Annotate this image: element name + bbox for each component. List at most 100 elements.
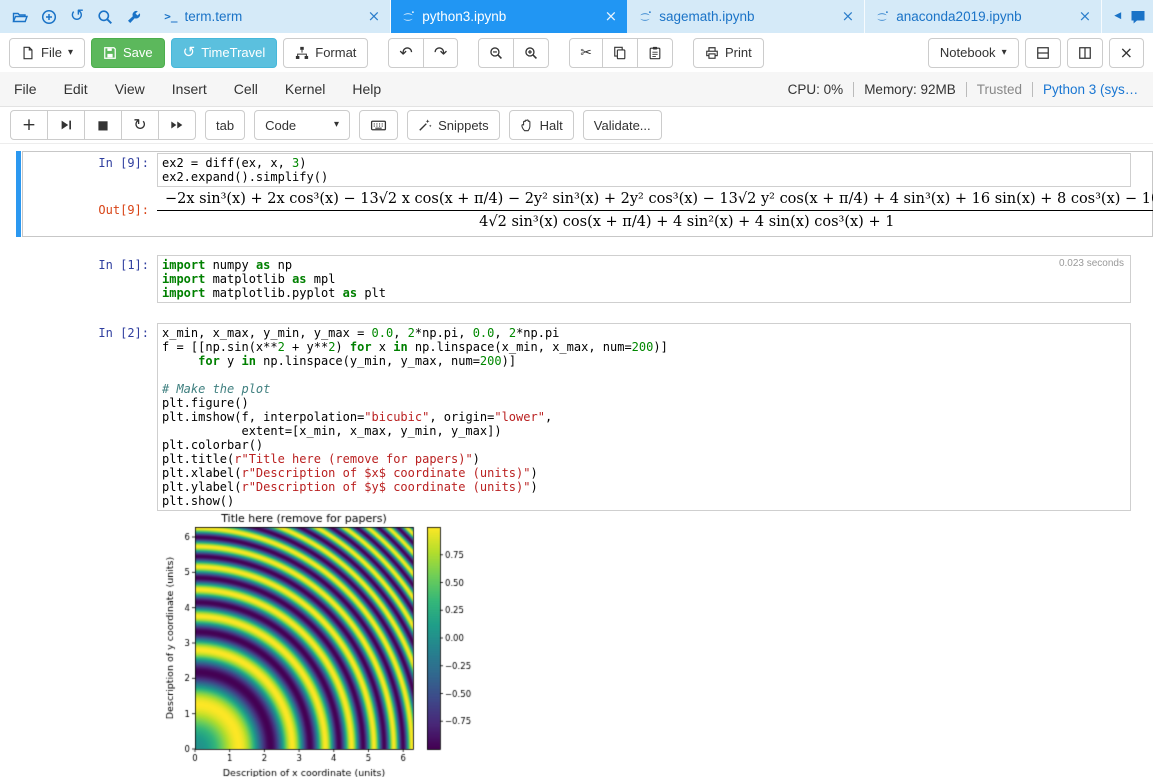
snippets-button[interactable]: Snippets bbox=[407, 110, 500, 140]
hand-icon bbox=[520, 118, 534, 132]
tab-anaconda2019-ipynb[interactable]: anaconda2019.ipynb × bbox=[865, 0, 1102, 33]
split-col-button[interactable] bbox=[1067, 38, 1103, 68]
caret-down-icon: ▾ bbox=[68, 48, 73, 58]
cell-2[interactable]: In [1]: import numpy as npimport matplot… bbox=[0, 253, 1153, 305]
caret-down-icon: ▾ bbox=[1002, 48, 1007, 58]
plot-output bbox=[157, 511, 1131, 777]
tab-term-term[interactable]: >_ term.term × bbox=[154, 0, 391, 33]
code-editor[interactable]: x_min, x_max, y_min, y_max = 0.0, 2*np.p… bbox=[157, 323, 1131, 511]
keyboard-shortcuts-button[interactable] bbox=[359, 110, 398, 140]
tab-bar: ↺ >_ term.term × python3.ipynb × sagemat… bbox=[0, 0, 1153, 33]
menu-file[interactable]: File bbox=[14, 81, 37, 97]
save-button[interactable]: Save bbox=[91, 38, 165, 68]
output-prompt-spacer bbox=[24, 511, 157, 777]
sitemap-icon bbox=[295, 46, 309, 60]
redo-button[interactable]: ↷ bbox=[423, 38, 458, 68]
new-file-icon[interactable] bbox=[41, 9, 57, 25]
interrupt-kernel-button[interactable]: ■ bbox=[84, 110, 122, 140]
cell-3[interactable]: In [2]: x_min, x_max, y_min, y_max = 0.0… bbox=[0, 321, 1153, 777]
close-frame-button[interactable]: × bbox=[1109, 38, 1144, 68]
in-prompt: In [2]: bbox=[24, 323, 157, 511]
zoom-in-button[interactable] bbox=[513, 38, 549, 68]
tab-label: anaconda2019.ipynb bbox=[896, 9, 1071, 24]
insert-cell-button[interactable]: + bbox=[10, 110, 48, 140]
file-menu-button[interactable]: File ▾ bbox=[9, 38, 85, 68]
notebook-menu-button[interactable]: Notebook ▾ bbox=[928, 38, 1019, 68]
keyboard-icon bbox=[370, 117, 387, 134]
close-icon: × bbox=[1120, 45, 1133, 61]
menu-bar: File Edit View Insert Cell Kernel Help C… bbox=[0, 72, 1153, 107]
menu-edit[interactable]: Edit bbox=[64, 81, 88, 97]
jupyter-icon bbox=[401, 10, 415, 24]
cocalc-window: ↺ >_ term.term × python3.ipynb × sagemat… bbox=[0, 0, 1153, 777]
tab-label: sagemath.ipynb bbox=[659, 9, 834, 24]
menu-help[interactable]: Help bbox=[352, 81, 381, 97]
in-prompt: In [9]: bbox=[24, 153, 157, 187]
paste-button[interactable] bbox=[637, 38, 673, 68]
zoom-out-button[interactable] bbox=[478, 38, 514, 68]
copy-button[interactable] bbox=[602, 38, 638, 68]
project-actions: ↺ bbox=[0, 0, 154, 33]
save-icon bbox=[103, 46, 117, 60]
chevron-left-icon[interactable]: ◀ bbox=[1114, 12, 1121, 21]
chat-icon[interactable] bbox=[1130, 9, 1146, 25]
run-all-button[interactable] bbox=[158, 110, 196, 140]
snippets-label: Snippets bbox=[438, 118, 489, 133]
status-bar: CPU: 0% Memory: 92MB Trusted Python 3 (s… bbox=[778, 82, 1153, 97]
settings-wrench-icon[interactable] bbox=[126, 9, 142, 25]
tab-python3-ipynb[interactable]: python3.ipynb × bbox=[391, 0, 628, 33]
print-button[interactable]: Print bbox=[693, 38, 764, 68]
close-tab-icon[interactable]: × bbox=[605, 9, 618, 24]
math-output: −2x sin³(x) + 2x cos³(x) − 13√2 x cos(x … bbox=[157, 187, 1153, 235]
fraction-denominator: 4√2 sin³(x) cos(x + π/4) + 4 sin²(x) + 4… bbox=[157, 211, 1153, 231]
matplotlib-figure bbox=[165, 513, 475, 777]
cell-1[interactable]: In [9]: ex2 = diff(ex, x, 3)ex2.expand()… bbox=[0, 151, 1153, 237]
fraction-numerator: −2x sin³(x) + 2x cos³(x) − 13√2 x cos(x … bbox=[157, 190, 1153, 211]
jupyter-icon bbox=[638, 10, 652, 24]
copy-icon bbox=[613, 46, 627, 60]
activity-log-icon[interactable]: ↺ bbox=[70, 8, 84, 25]
files-folder-icon[interactable] bbox=[12, 9, 28, 25]
tab-sagemath-ipynb[interactable]: sagemath.ipynb × bbox=[628, 0, 865, 33]
menu-insert[interactable]: Insert bbox=[172, 81, 207, 97]
format-button[interactable]: Format bbox=[283, 38, 368, 68]
tab-label: python3.ipynb bbox=[422, 9, 597, 24]
format-label: Format bbox=[315, 45, 356, 60]
menu-cell[interactable]: Cell bbox=[234, 81, 258, 97]
halt-label: Halt bbox=[540, 118, 563, 133]
kernel-name[interactable]: Python 3 (syste… bbox=[1033, 82, 1151, 97]
scissors-icon: ✂ bbox=[580, 46, 592, 60]
validate-label: Validate... bbox=[594, 118, 651, 133]
halt-button[interactable]: Halt bbox=[509, 110, 574, 140]
run-cell-button[interactable] bbox=[47, 110, 85, 140]
file-icon bbox=[21, 46, 35, 60]
timetravel-label: TimeTravel bbox=[201, 45, 265, 60]
restart-kernel-button[interactable]: ↻ bbox=[121, 110, 159, 140]
tab-complete-button[interactable]: tab bbox=[205, 110, 245, 140]
split-col-icon bbox=[1078, 46, 1092, 60]
jupyter-icon bbox=[875, 10, 889, 24]
find-icon[interactable] bbox=[97, 9, 113, 25]
menu-view[interactable]: View bbox=[115, 81, 145, 97]
notebook: In [9]: ex2 = diff(ex, x, 3)ex2.expand()… bbox=[0, 144, 1153, 777]
tab-label: term.term bbox=[185, 9, 361, 24]
code-editor[interactable]: import numpy as npimport matplotlib as m… bbox=[157, 255, 1131, 303]
validate-button[interactable]: Validate... bbox=[583, 110, 662, 140]
file-menu-label: File bbox=[41, 45, 62, 60]
close-tab-icon[interactable]: × bbox=[1079, 9, 1092, 24]
close-tab-icon[interactable]: × bbox=[842, 9, 855, 24]
undo-button[interactable]: ↶ bbox=[388, 38, 423, 68]
fraction: −2x sin³(x) + 2x cos³(x) − 13√2 x cos(x … bbox=[157, 190, 1153, 231]
cut-button[interactable]: ✂ bbox=[569, 38, 603, 68]
menu-kernel[interactable]: Kernel bbox=[285, 81, 325, 97]
out-prompt: Out[9]: bbox=[24, 187, 157, 235]
split-row-button[interactable] bbox=[1025, 38, 1061, 68]
close-tab-icon[interactable]: × bbox=[368, 9, 381, 24]
code-editor[interactable]: ex2 = diff(ex, x, 3)ex2.expand().simplif… bbox=[157, 153, 1131, 187]
split-row-icon bbox=[1036, 46, 1050, 60]
open-file-tabs: >_ term.term × python3.ipynb × sagemath.… bbox=[154, 0, 1102, 33]
timetravel-button[interactable]: ↺ TimeTravel bbox=[171, 38, 278, 68]
stop-icon: ■ bbox=[97, 119, 108, 131]
tab-bar-right: ◀ bbox=[1102, 0, 1153, 33]
cell-type-select[interactable]: Code ▾ bbox=[254, 110, 350, 140]
